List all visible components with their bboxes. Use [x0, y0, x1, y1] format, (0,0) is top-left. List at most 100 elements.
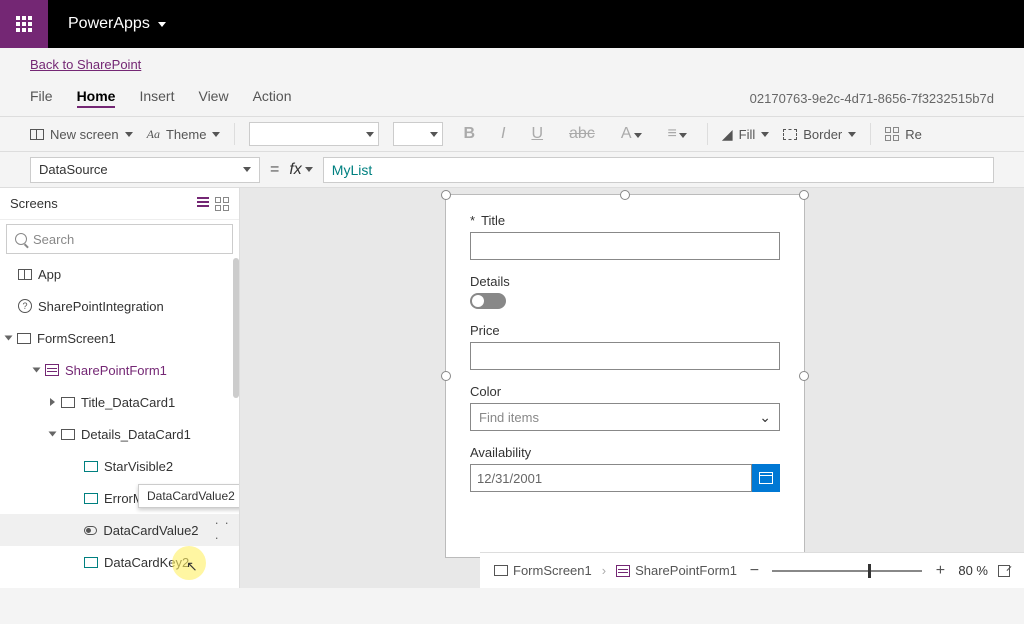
separator	[870, 123, 871, 145]
reorder-button[interactable]: Re	[885, 127, 922, 142]
font-dropdown[interactable]	[249, 122, 379, 146]
tree-item-details-datacard1[interactable]: Details_DataCard1	[0, 418, 239, 450]
font-size-dropdown[interactable]	[393, 122, 443, 146]
cursor-icon: ↖	[186, 558, 198, 575]
zoom-out-button[interactable]: −	[746, 562, 762, 580]
app-title-dropdown[interactable]: PowerApps	[68, 15, 166, 33]
tree-item-app[interactable]: App	[0, 258, 239, 290]
tree-item-sharepoint-integration[interactable]: ? SharePointIntegration	[0, 290, 239, 322]
border-icon	[783, 129, 797, 140]
chevron-down-icon	[243, 167, 251, 172]
fill-label: Fill	[739, 127, 756, 142]
control-icon	[84, 461, 98, 472]
screen-icon	[30, 129, 44, 140]
tree-view-button[interactable]	[197, 197, 209, 211]
tree-item-title-datacard1[interactable]: Title_DataCard1	[0, 386, 239, 418]
breadcrumb-sharepointform1[interactable]: SharePointForm1	[616, 563, 737, 578]
resize-handle[interactable]	[441, 190, 451, 200]
strikethrough-button[interactable]: abc	[563, 125, 601, 143]
underline-button[interactable]: U	[525, 125, 549, 143]
theme-label: Theme	[166, 127, 206, 142]
zoom-in-button[interactable]: +	[932, 562, 948, 580]
zoom-percent: 80 %	[958, 563, 988, 578]
search-placeholder: Search	[33, 232, 74, 247]
resize-handle[interactable]	[441, 371, 451, 381]
chevron-down-icon: ⌄	[759, 409, 771, 426]
menu-action[interactable]: Action	[253, 88, 292, 108]
availability-date-input[interactable]	[470, 464, 752, 492]
tree-item-errormessage2[interactable]: ErrorM DataCardValue2	[0, 482, 239, 514]
menu-home[interactable]: Home	[77, 88, 116, 108]
tooltip: DataCardValue2	[138, 484, 239, 508]
control-icon	[84, 493, 98, 504]
fill-icon: ◢	[722, 126, 733, 143]
resize-handle[interactable]	[799, 190, 809, 200]
form-preview[interactable]: *Title Details Price Color Find items ⌄ …	[445, 194, 805, 558]
availability-field-label: Availability	[470, 445, 780, 460]
tree-item-datacardvalue2[interactable]: DataCardValue2 · · ·	[0, 514, 239, 546]
resize-handle[interactable]	[799, 371, 809, 381]
tree-item-formscreen1[interactable]: FormScreen1	[0, 322, 239, 354]
resize-handle[interactable]	[620, 190, 630, 200]
border-label: Border	[803, 127, 842, 142]
scrollbar[interactable]	[233, 258, 239, 398]
property-dropdown[interactable]: DataSource	[30, 157, 260, 183]
chevron-down-icon	[430, 132, 438, 137]
font-color-button[interactable]: A	[615, 125, 648, 143]
price-field-label: Price	[470, 323, 780, 338]
form-icon	[45, 364, 59, 376]
chevron-down-icon	[305, 167, 313, 172]
card-icon	[61, 397, 75, 408]
chevron-down-icon	[125, 132, 133, 137]
separator	[234, 123, 235, 145]
align-button[interactable]: ≡	[662, 125, 693, 143]
app-icon	[18, 269, 32, 280]
chevron-down-icon	[366, 132, 374, 137]
form-icon	[616, 565, 630, 577]
thumbnail-view-button[interactable]	[215, 197, 229, 211]
equals-label: =	[270, 161, 279, 179]
new-screen-button[interactable]: New screen	[30, 127, 133, 142]
chevron-down-icon	[158, 22, 166, 27]
document-id: 02170763-9e2c-4d71-8656-7f3232515b7d	[750, 91, 994, 106]
menu-view[interactable]: View	[198, 88, 228, 108]
tree-item-starvisible2[interactable]: StarVisible2	[0, 450, 239, 482]
bold-button[interactable]: B	[457, 125, 481, 143]
italic-button[interactable]: I	[495, 125, 511, 143]
details-toggle[interactable]	[470, 293, 506, 309]
price-input[interactable]	[470, 342, 780, 370]
tree-item-price-datacard1[interactable]: Price_DataCard1	[0, 578, 239, 588]
border-button[interactable]: Border	[783, 127, 856, 142]
breadcrumb-formscreen1[interactable]: FormScreen1	[494, 563, 592, 578]
chevron-down-icon	[761, 132, 769, 137]
app-launcher-button[interactable]	[0, 0, 48, 48]
reorder-label: Re	[905, 127, 922, 142]
color-combobox[interactable]: Find items ⌄	[470, 403, 780, 431]
expand-icon[interactable]	[33, 368, 41, 373]
color-placeholder: Find items	[479, 410, 539, 425]
search-input[interactable]: Search	[6, 224, 233, 254]
expand-icon[interactable]	[5, 336, 13, 341]
title-input[interactable]	[470, 232, 780, 260]
zoom-thumb[interactable]	[868, 564, 871, 578]
new-screen-label: New screen	[50, 127, 119, 142]
screen-icon	[17, 333, 31, 344]
tree-item-datacardkey2[interactable]: DataCardKey2	[0, 546, 239, 578]
waffle-icon	[16, 16, 32, 32]
canvas[interactable]: *Title Details Price Color Find items ⌄ …	[240, 188, 1024, 588]
date-picker-button[interactable]	[752, 464, 780, 492]
menu-file[interactable]: File	[30, 88, 53, 108]
tree-item-sharepointform1[interactable]: SharePointForm1	[0, 354, 239, 386]
theme-button[interactable]: Aa Theme	[147, 127, 221, 142]
expand-icon[interactable]	[49, 432, 57, 437]
back-to-sharepoint-link[interactable]: Back to SharePoint	[30, 57, 141, 72]
expand-icon[interactable]	[50, 398, 55, 406]
fill-button[interactable]: ◢ Fill	[722, 126, 769, 143]
fx-button[interactable]: fx	[289, 161, 312, 179]
zoom-slider[interactable]	[772, 570, 922, 572]
formula-input[interactable]: MyList	[323, 157, 994, 183]
fullscreen-button[interactable]	[998, 565, 1010, 577]
more-options-button[interactable]: · · ·	[211, 515, 239, 545]
breadcrumb-separator: ›	[602, 563, 606, 578]
menu-insert[interactable]: Insert	[139, 88, 174, 108]
